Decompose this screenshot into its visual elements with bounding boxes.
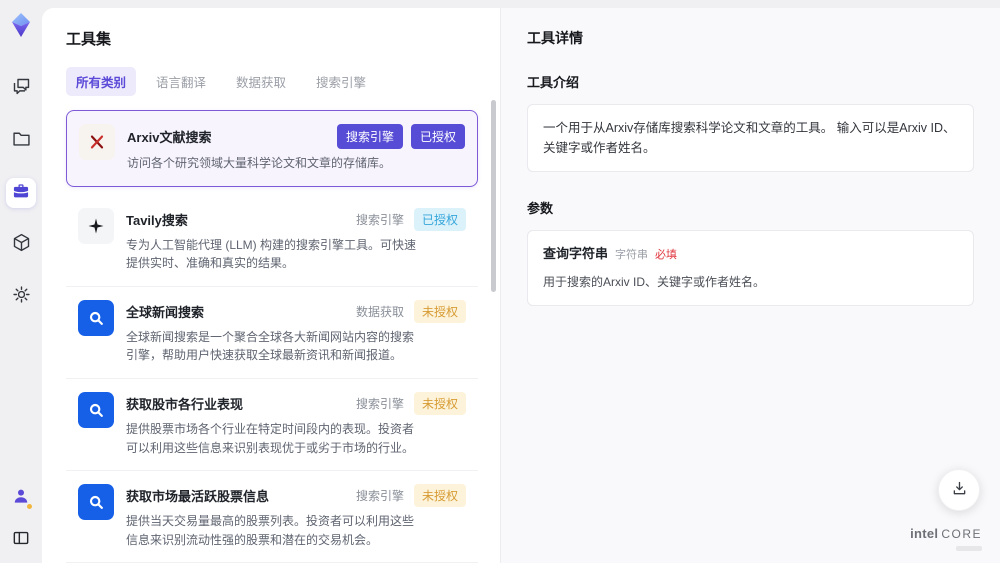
tool-name: 获取股市各行业表现 [126,396,244,412]
sidebar [0,0,42,563]
blue-search-icon [78,391,114,428]
category-badge: 搜索引擎 [355,489,404,504]
category-tab[interactable]: 数据获取 [226,67,296,96]
sidebar-item-tools[interactable] [6,178,36,208]
user-profile-button[interactable] [6,483,36,513]
status-badge: 未授权 [413,299,466,323]
status-badge: 未授权 [413,391,466,415]
list-scrollbar[interactable] [491,100,496,292]
blue-search-icon [78,484,114,521]
download-icon [950,479,969,501]
status-badge: 未授权 [413,484,466,508]
category-tab[interactable]: 所有类别 [66,67,137,96]
params-box: 查询字符串 字符串 必填 用于搜索的Arxiv ID、关键字或作者姓名。 [527,230,974,306]
tool-card[interactable]: Arxiv文献搜索 搜索引擎 已授权 访问各个研究领域大量科学论文和文章的存储库… [66,110,478,187]
params-heading: 参数 [527,201,554,216]
intro-text: 一个用于从Arxiv存储库搜索科学论文和文章的工具。 输入可以是Arxiv ID… [543,121,956,155]
chat-icon [11,76,32,102]
sidebar-item-files[interactable] [6,126,36,156]
category-tab[interactable]: 语言翻译 [146,67,216,96]
download-button[interactable] [938,469,980,511]
user-status-dot [27,504,32,509]
arxiv-logo-icon [79,124,115,160]
intel-core-subtext [956,546,982,551]
tool-description: 提供股票市场各个行业在特定时间段内的表现。投资者可以利用这些信息来识别表现优于或… [126,421,415,455]
tool-card[interactable]: 全球新闻搜索 数据获取 未授权 全球新闻搜索是一个聚合全球各大新闻网站内容的搜索… [66,286,478,379]
parameter-item: 查询字符串 字符串 必填 用于搜索的Arxiv ID、关键字或作者姓名。 [543,244,958,292]
cube-icon [11,232,32,258]
category-badge: 数据获取 [355,304,404,319]
category-tabs: 所有类别 语言翻译 数据获取 搜索引擎 [66,67,478,96]
sidebar-item-chat[interactable] [6,74,36,104]
detail-title: 工具详情 [527,30,583,46]
status-badge: 已授权 [413,207,466,231]
sparkle-icon [78,207,114,244]
tool-name: 全球新闻搜索 [126,304,205,320]
tool-name: Tavily搜索 [126,212,188,228]
parameter-type: 字符串 [615,249,649,261]
tool-card[interactable]: 获取股市各行业表现 搜索引擎 未授权 提供股票市场各个行业在特定时间段内的表现。… [66,378,478,472]
intel-core-logo: intel CORE [910,525,982,551]
collapse-sidebar-button[interactable] [6,525,36,555]
page-title: 工具集 [66,31,112,48]
settings-gear-icon [11,284,32,310]
tool-detail-panel: 工具详情 工具介绍 一个用于从Arxiv存储库搜索科学论文和文章的工具。 输入可… [500,8,1000,563]
category-tab[interactable]: 搜索引擎 [306,67,376,96]
app-logo-diamond-icon[interactable] [6,10,36,40]
category-badge: 搜索引擎 [336,124,403,149]
top-strip [42,0,1000,8]
tool-description: 专为人工智能代理 (LLM) 构建的搜索引擎工具。可快速提供实时、准确和真实的结… [126,237,417,271]
tool-name: Arxiv文献搜索 [127,130,212,145]
sidebar-item-models[interactable] [6,230,36,260]
intro-heading: 工具介绍 [527,75,580,90]
tool-description: 提供当天交易量最高的股票列表。投资者可以利用这些信息来识别流动性强的股票和潜在的… [126,514,415,547]
sidebar-bottom [6,483,36,555]
category-badge: 搜索引擎 [355,396,404,411]
tool-description: 全球新闻搜索是一个聚合全球各大新闻网站内容的搜索引擎，帮助用户快速获取全球最新资… [126,329,415,363]
tool-card[interactable]: 获取市场最活跃股票信息 搜索引擎 未授权 提供当天交易量最高的股票列表。投资者可… [66,471,478,563]
tool-list-panel: 工具集 所有类别 语言翻译 数据获取 搜索引擎 Arxiv文献搜索 搜索引擎 已授权 … [42,8,500,563]
parameter-description: 用于搜索的Arxiv ID、关键字或作者姓名。 [543,274,766,289]
parameter-required-badge: 必填 [655,249,678,261]
category-badge: 搜索引擎 [355,212,404,227]
intel-brand-text: intel [910,526,939,542]
tool-cards: Arxiv文献搜索 搜索引擎 已授权 访问各个研究领域大量科学论文和文章的存储库… [66,110,478,563]
parameter-name: 查询字符串 [543,246,609,261]
sidebar-nav [6,74,36,312]
sidebar-item-settings[interactable] [6,282,36,312]
tool-card[interactable]: Tavily搜索 搜索引擎 已授权 专为人工智能代理 (LLM) 构建的搜索引擎… [66,194,478,287]
app-window: 工具集 所有类别 语言翻译 数据获取 搜索引擎 Arxiv文献搜索 搜索引擎 已授权 … [0,0,1000,563]
status-badge: 已授权 [410,124,465,149]
collapse-panel-icon [11,528,31,553]
toolbox-icon [11,181,31,206]
intro-box: 一个用于从Arxiv存储库搜索科学论文和文章的工具。 输入可以是Arxiv ID… [527,104,974,172]
folder-icon [11,128,32,154]
main-area: 工具集 所有类别 语言翻译 数据获取 搜索引擎 Arxiv文献搜索 搜索引擎 已授权 … [42,0,1000,563]
tool-name: 获取市场最活跃股票信息 [126,489,270,505]
core-brand-text: CORE [941,527,982,542]
blue-search-icon [78,299,114,336]
tool-description: 访问各个研究领域大量科学论文和文章的存储库。 [127,156,392,170]
